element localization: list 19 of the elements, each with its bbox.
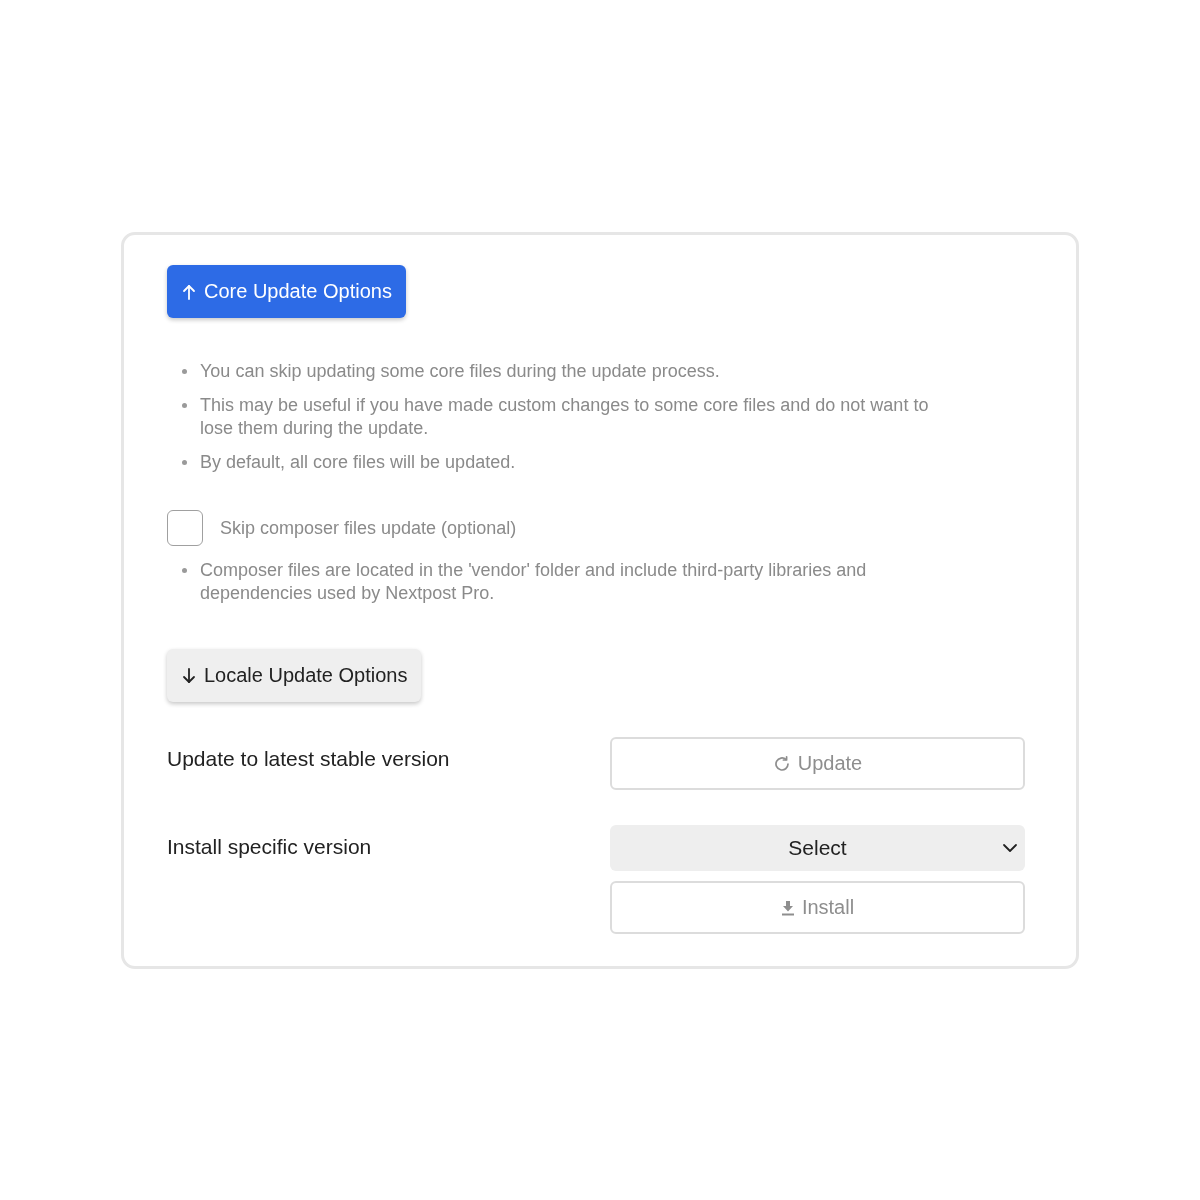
download-icon — [780, 899, 795, 916]
row-label: Install specific version — [167, 834, 372, 859]
bullet-icon — [182, 369, 187, 374]
checkbox-label[interactable]: Skip composer files update (optional) — [220, 517, 517, 539]
note-text: This may be useful if you have made custom changes to some core files and do not want to lose them during the update. — [200, 394, 930, 440]
bullet-icon — [182, 460, 187, 465]
note-text: By default, all core files will be updated. — [200, 451, 516, 474]
arrow-down-icon — [182, 667, 196, 684]
note-text: You can skip updating some core files during the update process. — [200, 360, 720, 383]
checkbox[interactable] — [167, 510, 203, 546]
row-label: Update to latest stable version — [167, 746, 450, 771]
bullet-icon — [182, 403, 187, 408]
section-toggle-button[interactable]: Locale Update Options — [167, 649, 422, 702]
version-select[interactable]: Select — [610, 825, 1025, 871]
refresh-icon — [772, 754, 791, 773]
bullet-icon — [182, 568, 187, 573]
note-text: Composer files are located in the 'vendor' folder and include third-party libraries and dependencies used by Nextpost Pro. — [200, 559, 868, 605]
section-toggle-button[interactable]: Core Update Options — [167, 265, 406, 318]
arrow-up-icon — [182, 283, 196, 300]
